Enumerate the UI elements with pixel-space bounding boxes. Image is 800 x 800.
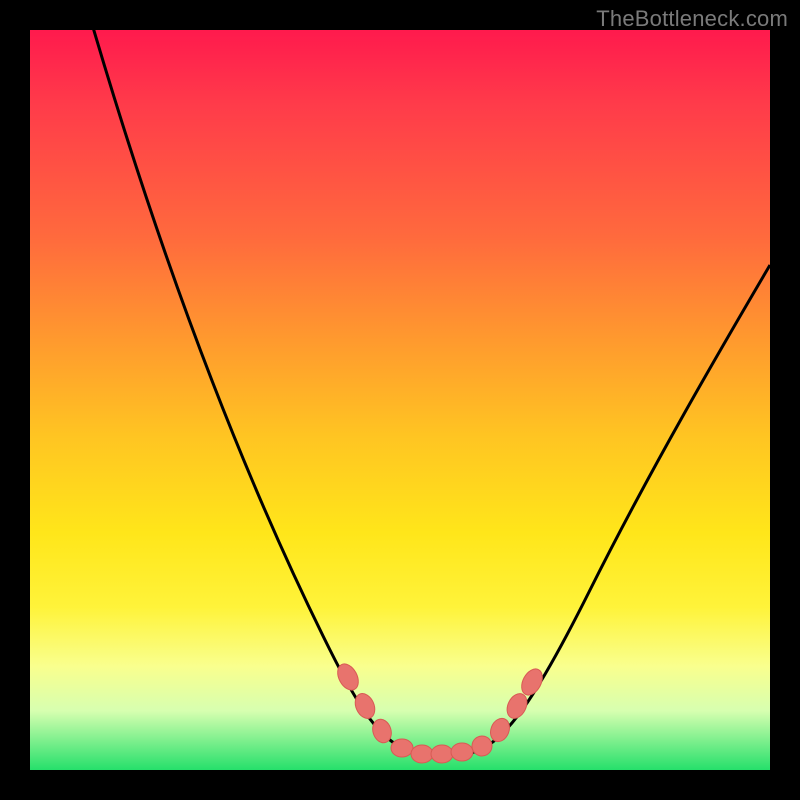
chart-frame: TheBottleneck.com xyxy=(0,0,800,800)
bottleneck-curve xyxy=(85,0,770,756)
plot-area xyxy=(30,30,770,770)
trough-markers xyxy=(333,660,546,763)
curve-layer xyxy=(30,30,770,770)
watermark-text: TheBottleneck.com xyxy=(596,6,788,32)
